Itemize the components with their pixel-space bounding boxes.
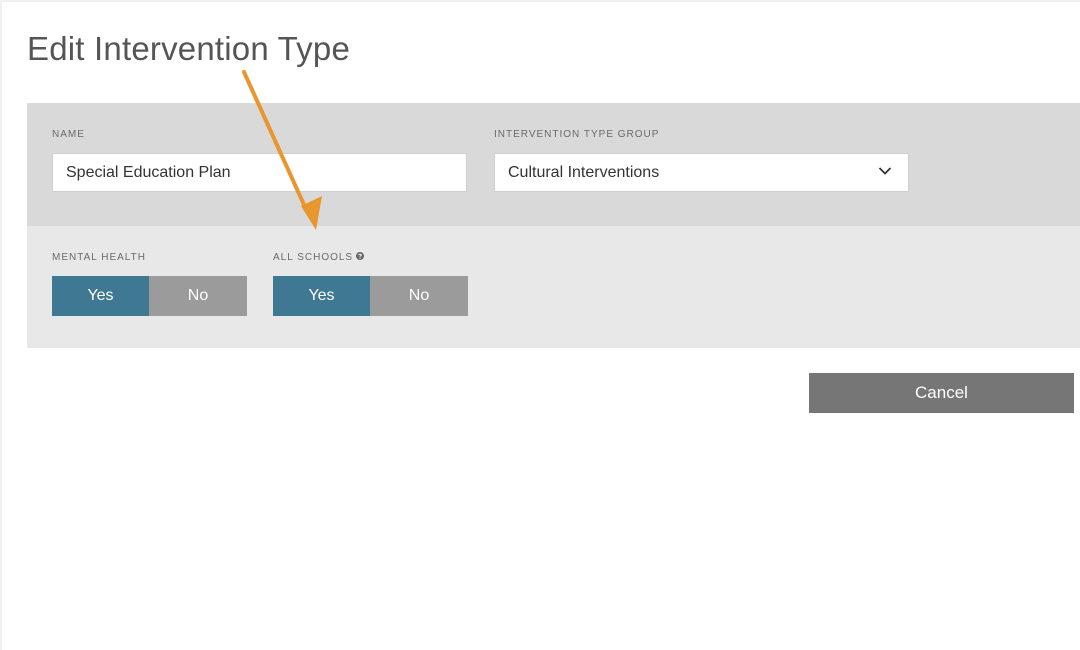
all-schools-label-row: ALL SCHOOLS — [273, 252, 365, 263]
mental-health-yes-button[interactable]: Yes — [52, 276, 149, 316]
page-title: Edit Intervention Type — [27, 30, 350, 67]
mental-health-no-button[interactable]: No — [149, 276, 247, 316]
chevron-down-icon — [878, 167, 892, 175]
all-schools-label: ALL SCHOOLS — [273, 252, 354, 263]
all-schools-toggle: Yes No — [273, 276, 468, 316]
name-label: NAME — [52, 129, 85, 140]
intervention-type-group-value: Cultural Interventions — [508, 164, 660, 181]
mental-health-toggle: Yes No — [52, 276, 247, 316]
all-schools-no-button[interactable]: No — [370, 276, 468, 316]
intervention-type-group-label: INTERVENTION TYPE GROUP — [494, 129, 660, 140]
intervention-type-group-select[interactable]: Cultural Interventions — [494, 153, 909, 192]
name-input[interactable] — [52, 153, 467, 192]
mental-health-label: MENTAL HEALTH — [52, 252, 146, 263]
all-schools-yes-button[interactable]: Yes — [273, 276, 370, 316]
help-icon[interactable] — [356, 252, 365, 261]
cancel-button[interactable]: Cancel — [809, 373, 1074, 413]
